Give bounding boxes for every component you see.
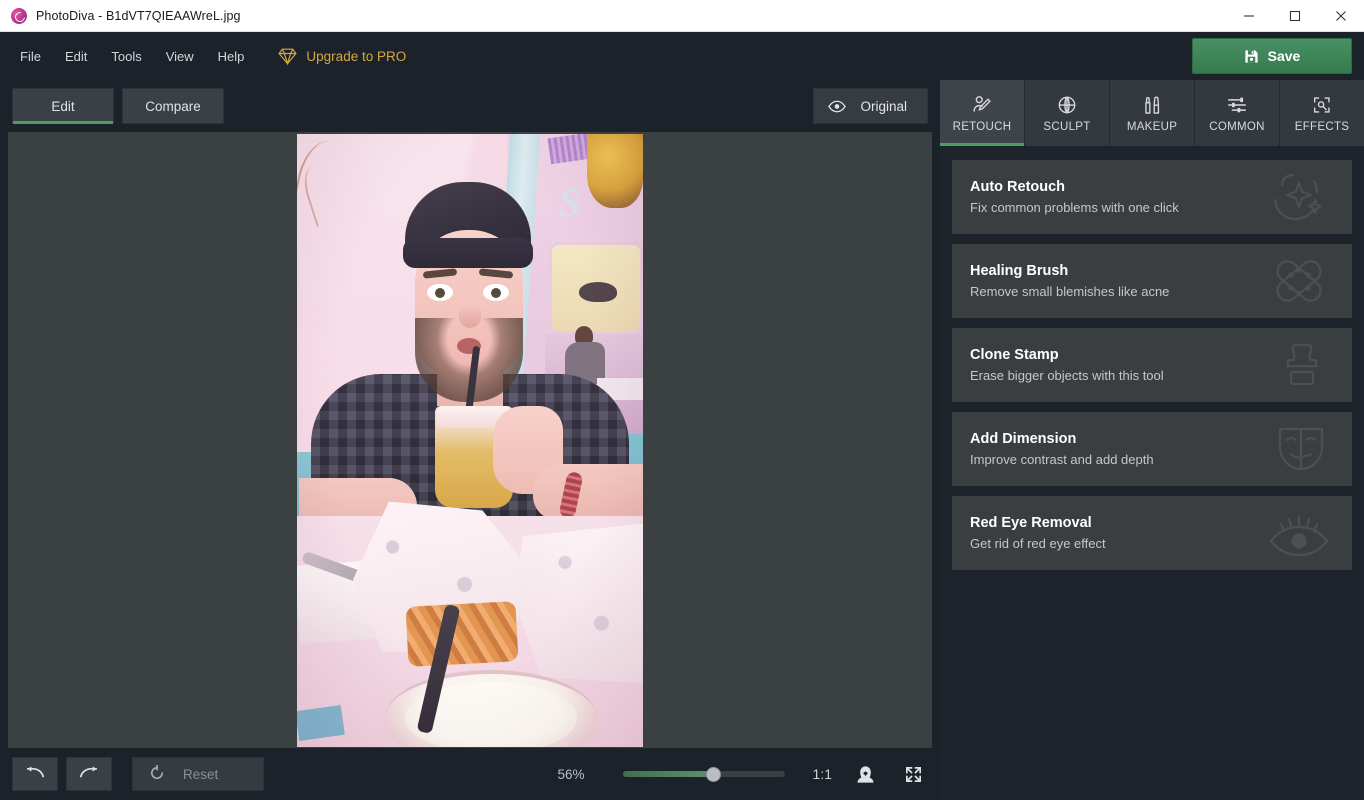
tab-compare[interactable]: Compare [122,88,224,124]
menu-item-view[interactable]: View [154,43,206,70]
expand-arrows-icon[interactable] [898,759,928,789]
tab-makeup[interactable]: MAKEUP [1109,80,1194,146]
tab-makeup-label: MAKEUP [1126,120,1178,133]
tool-card-title: Red Eye Removal [970,515,1092,531]
editor-topbar: Edit Compare Original [0,80,940,132]
tool-card-subtitle: Fix common problems with one click [970,200,1179,215]
sparkle-face-icon [1268,171,1330,223]
effects-magic-frame-icon [1311,94,1333,116]
tab-effects-label: EFFECTS [1294,120,1350,133]
reset-button[interactable]: Reset [132,757,264,791]
reset-circular-arrow-icon [149,764,165,784]
tool-card-title: Add Dimension [970,431,1077,447]
tool-card-title: Auto Retouch [970,179,1066,195]
tool-card-subtitle: Improve contrast and add depth [970,452,1154,467]
zoom-slider-handle[interactable] [706,766,722,782]
zoom-one-to-one-button[interactable]: 1:1 [813,766,832,782]
tab-common[interactable]: COMMON [1194,80,1279,146]
maximize-button[interactable] [1272,0,1318,32]
bandage-cross-icon [1268,255,1330,307]
floppy-disk-icon [1244,49,1259,64]
diamond-icon [278,48,298,65]
tab-sculpt[interactable]: SCULPT [1024,80,1109,146]
zoom-slider-fill [622,771,714,777]
tools-panel: RETOUCH SCULPT MAKEUP COMMON EFFECTS Aut… [940,80,1364,800]
undo-arrow-icon [25,765,45,784]
tab-effects[interactable]: EFFECTS [1279,80,1364,146]
tool-card-subtitle: Erase bigger objects with this tool [970,368,1164,383]
menu-bar: File Edit Tools View Help Upgrade to PRO… [0,32,1364,80]
show-original-button[interactable]: Original [813,88,928,124]
stamp-icon [1274,339,1330,391]
zoom-slider[interactable] [622,766,785,782]
reset-label: Reset [183,766,219,782]
editor-bottombar: Reset 56% 1:1 [0,748,940,800]
tab-edit[interactable]: Edit [12,88,114,124]
undo-button[interactable] [12,757,58,791]
face-retouch-icon [971,94,993,116]
menu-item-help[interactable]: Help [206,43,257,70]
redo-button[interactable] [66,757,112,791]
upgrade-label: Upgrade to PRO [306,48,407,64]
menu-item-tools[interactable]: Tools [99,43,153,70]
image-canvas[interactable]: S [8,132,932,748]
title-bar: PhotoDiva - B1dVT7QIEAAWreL.jpg [0,0,1364,32]
close-button[interactable] [1318,0,1364,32]
tool-card-title: Healing Brush [970,263,1069,279]
tools-tabbar: RETOUCH SCULPT MAKEUP COMMON EFFECTS [940,80,1364,146]
tool-card-clone-stamp[interactable]: Clone Stamp Erase bigger objects with th… [952,328,1352,402]
makeup-lipstick-icon [1141,94,1163,116]
sculpt-globe-icon [1056,94,1078,116]
eye-rays-icon [1268,507,1330,559]
minimize-button[interactable] [1226,0,1272,32]
menu-item-file[interactable]: File [8,43,53,70]
tab-common-label: COMMON [1209,120,1265,133]
tool-card-subtitle: Remove small blemishes like acne [970,284,1170,299]
tool-card-auto-retouch[interactable]: Auto Retouch Fix common problems with on… [952,160,1352,234]
tab-sculpt-label: SCULPT [1043,120,1091,133]
portrait-face-icon[interactable] [850,759,880,789]
edited-photo[interactable]: S [297,133,643,747]
editor-pane: Edit Compare Original S Reset 56% 1:1 [0,80,940,800]
save-label: Save [1267,48,1301,64]
tab-edit-label: Edit [51,98,75,114]
sliders-icon [1226,94,1248,116]
tool-card-red-eye-removal[interactable]: Red Eye Removal Get rid of red eye effec… [952,496,1352,570]
window-title: PhotoDiva - B1dVT7QIEAAWreL.jpg [36,8,241,23]
original-label: Original [860,98,907,114]
main-area: Edit Compare Original S Reset 56% 1:1 RE… [0,80,1364,800]
eye-icon [828,100,847,113]
tool-card-healing-brush[interactable]: Healing Brush Remove small blemishes lik… [952,244,1352,318]
tab-compare-label: Compare [145,98,201,114]
tool-card-subtitle: Get rid of red eye effect [970,536,1106,551]
tool-card-add-dimension[interactable]: Add Dimension Improve contrast and add d… [952,412,1352,486]
save-button[interactable]: Save [1192,38,1352,74]
tab-retouch-label: RETOUCH [952,120,1012,133]
photodiva-logo-icon [11,7,27,24]
redo-arrow-icon [79,765,99,784]
retouch-tool-list: Auto Retouch Fix common problems with on… [940,146,1364,570]
zoom-percent-label: 56% [557,766,585,782]
tool-card-title: Clone Stamp [970,347,1059,363]
menu-item-edit[interactable]: Edit [53,43,99,70]
tab-retouch[interactable]: RETOUCH [940,80,1024,146]
upgrade-to-pro-button[interactable]: Upgrade to PRO [278,48,406,65]
theater-mask-icon [1272,423,1330,475]
